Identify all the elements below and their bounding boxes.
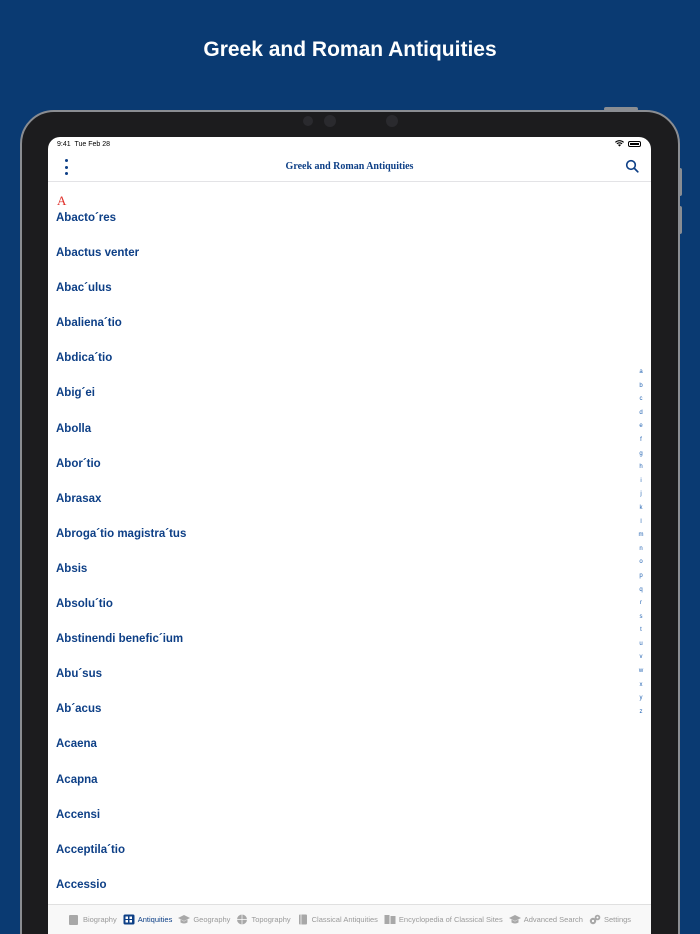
index-letter[interactable]: o <box>639 556 642 570</box>
navigation-bar: Greek and Roman Antiquities <box>48 153 651 182</box>
index-letter[interactable]: t <box>640 624 642 638</box>
entry-list: A Abacto´res Abactus venter Abac´ulus Abali… <box>48 183 638 913</box>
camera-icon <box>324 115 336 127</box>
index-letter[interactable]: b <box>639 380 642 394</box>
list-item[interactable]: Abu´sus <box>48 667 638 702</box>
tab-label: Classical Antiquities <box>311 915 378 924</box>
tab-geography[interactable]: Geography <box>178 914 230 925</box>
list-item[interactable]: Abrasax <box>48 492 638 527</box>
list-item[interactable]: Abstinendi benefic´ium <box>48 632 638 667</box>
sensor-icon <box>386 115 398 127</box>
index-letter[interactable]: c <box>640 393 643 407</box>
cap-search-icon <box>508 915 521 924</box>
app-screen: 9:41 Tue Feb 28 Greek and Roman Antiquit… <box>48 137 651 934</box>
gears-icon <box>589 914 601 925</box>
battery-icon <box>628 140 641 147</box>
tab-label: Geography <box>193 915 231 924</box>
tab-label: Biography <box>82 915 117 924</box>
book-closed-icon <box>298 914 307 925</box>
promo-title: Greek and Roman Antiquities <box>203 38 497 61</box>
tab-label: Encyclopedia of Classical Sites <box>398 915 503 924</box>
index-letter[interactable]: s <box>640 611 643 625</box>
index-letter[interactable]: h <box>639 461 642 475</box>
list-item[interactable]: Accensi <box>48 808 638 843</box>
tab-label: Topography <box>251 915 291 924</box>
index-letter[interactable]: m <box>639 529 644 543</box>
list-item[interactable]: Abaliena´tio <box>48 316 638 351</box>
section-header: A <box>57 193 67 208</box>
wifi-icon <box>615 140 624 147</box>
index-letter[interactable]: i <box>640 475 641 489</box>
tab-bar: Biography Antiquities Geography Topography C… <box>48 904 651 934</box>
list-item[interactable]: Abig´ei <box>48 386 638 421</box>
list-item[interactable]: Acapna <box>48 773 638 808</box>
tab-label: Advanced Search <box>523 915 583 924</box>
list-item[interactable]: Abdica´tio <box>48 351 638 386</box>
index-letter[interactable]: n <box>639 543 642 557</box>
index-letter[interactable]: f <box>640 434 642 448</box>
globe-icon <box>237 914 248 925</box>
index-letter[interactable]: a <box>639 366 642 380</box>
book-icon <box>68 915 78 925</box>
list-item[interactable]: Abolla <box>48 422 638 457</box>
list-item[interactable]: Abroga´tio magistra´tus <box>48 527 638 562</box>
list-item[interactable]: Acaena <box>48 737 638 772</box>
graduation-cap-icon <box>178 915 191 924</box>
index-letter[interactable]: z <box>640 706 643 720</box>
tab-biography[interactable]: Biography <box>68 914 117 925</box>
status-indicators <box>615 140 641 147</box>
sensor-icon <box>303 116 313 126</box>
tab-topography[interactable]: Topography <box>236 914 291 925</box>
index-letter[interactable]: e <box>639 420 642 434</box>
index-letter[interactable]: x <box>640 679 643 693</box>
tab-label: Antiquities <box>137 915 173 924</box>
list-item[interactable]: Absolu´tio <box>48 597 638 632</box>
page-title: Greek and Roman Antiquities <box>285 161 414 172</box>
index-letter[interactable]: r <box>640 597 642 611</box>
index-letter[interactable]: j <box>640 488 641 502</box>
index-letter[interactable]: k <box>640 502 643 516</box>
grid-book-icon <box>123 914 135 925</box>
list-item[interactable]: Ab´acus <box>48 702 638 737</box>
index-letter[interactable]: d <box>639 407 642 421</box>
tab-label: Settings <box>603 915 632 924</box>
list-item[interactable]: Abacto´res <box>48 211 638 246</box>
index-letter[interactable]: q <box>639 584 642 598</box>
books-icon <box>384 915 396 924</box>
list-item[interactable]: Absis <box>48 562 638 597</box>
index-letter[interactable]: w <box>639 665 643 679</box>
tab-classical-antiquities[interactable]: Classical Antiquities <box>297 914 378 925</box>
tab-advanced-search[interactable]: Advanced Search <box>508 914 583 925</box>
index-letter[interactable]: p <box>639 570 642 584</box>
list-item[interactable]: Abac´ulus <box>48 281 638 316</box>
index-letter[interactable]: y <box>640 692 643 706</box>
search-icon[interactable] <box>625 159 639 173</box>
index-letter[interactable]: u <box>639 638 642 652</box>
tab-encyclopedia-of-classical-sites[interactable]: Encyclopedia of Classical Sites <box>384 914 503 925</box>
index-letter[interactable]: v <box>640 651 643 665</box>
index-letter[interactable]: l <box>640 516 641 530</box>
list-item[interactable]: Acceptila´tio <box>48 843 638 878</box>
status-time: 9:41 Tue Feb 28 <box>57 141 111 148</box>
tab-settings[interactable]: Settings <box>589 914 631 925</box>
list-item[interactable]: Abor´tio <box>48 457 638 492</box>
status-bar: 9:41 Tue Feb 28 <box>48 137 651 153</box>
alphabet-index[interactable]: abcdefghijklmnopqrstuvwxyz <box>635 366 647 719</box>
tab-antiquities[interactable]: Antiquities <box>123 914 173 925</box>
index-letter[interactable]: g <box>639 448 642 462</box>
list-item[interactable]: Abactus venter <box>48 246 638 281</box>
